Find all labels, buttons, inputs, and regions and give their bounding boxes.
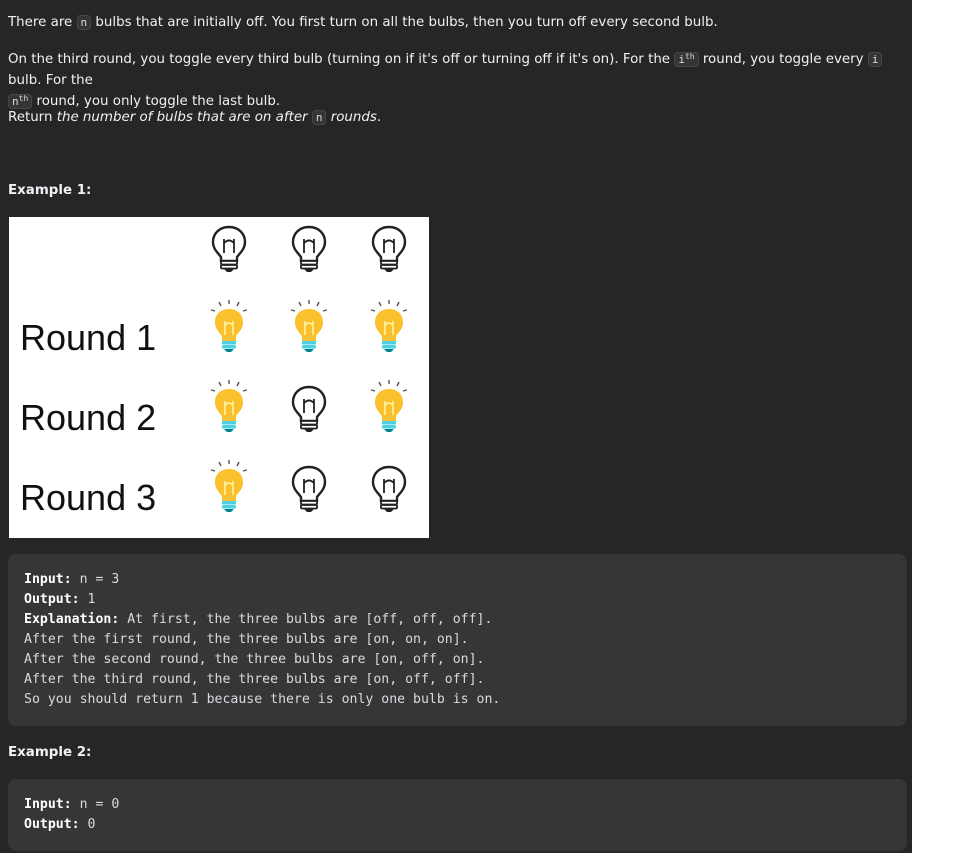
bulb-rounds-figure: Round 1 Round 2 Round 3	[9, 217, 429, 538]
example-2-code-block: Input: n = 0 Output: 0	[8, 779, 907, 851]
text: There are	[8, 15, 77, 30]
input-value: n = 3	[71, 572, 120, 587]
example-1-title: Example 1:	[8, 183, 92, 198]
output-label: Output:	[24, 817, 80, 832]
text: bulbs that are initially off. You first …	[91, 15, 718, 30]
bulb-on-icon	[209, 459, 249, 517]
input-label: Input:	[24, 797, 72, 812]
bulb-on-icon	[289, 299, 329, 357]
input-label: Input:	[24, 572, 72, 587]
description-paragraph-2: On the third round, you toggle every thi…	[8, 49, 908, 112]
bulb-off-icon	[369, 459, 409, 517]
bulb-off-icon	[289, 379, 329, 437]
output-line: Output: 0	[24, 815, 95, 835]
output-label: Output:	[24, 592, 80, 607]
bulb-on-icon	[369, 379, 409, 437]
output-line: Output: 1	[24, 590, 95, 610]
output-value: 1	[79, 592, 96, 607]
bulb-off-icon	[289, 459, 329, 517]
description-paragraph-3: Return the number of bulbs that are on a…	[8, 107, 908, 128]
code-text: i	[678, 53, 685, 66]
bulb-off-icon	[369, 219, 409, 277]
description-paragraph-1: There are n bulbs that are initially off…	[8, 12, 908, 33]
example-1-code-block: Input: n = 3 Output: 1 Explanation: At f…	[8, 554, 907, 726]
bulb-off-icon	[289, 219, 329, 277]
text: bulb. For the	[8, 73, 93, 88]
explanation-label: Explanation:	[24, 612, 120, 627]
bulb-on-icon	[369, 299, 409, 357]
input-line: Input: n = 3	[24, 570, 119, 590]
input-value: n = 0	[71, 797, 120, 812]
explanation-line: Explanation: At first, the three bulbs a…	[24, 610, 492, 630]
inline-code-n: n	[76, 15, 92, 30]
round-3-label: Round 3	[20, 477, 157, 518]
explanation-line: After the first round, the three bulbs a…	[24, 632, 469, 647]
text-italic: rounds	[326, 110, 377, 125]
text-italic: the number of bulbs that are on after	[56, 110, 312, 125]
bulb-on-icon	[209, 379, 249, 437]
bulb-on-icon	[209, 299, 249, 357]
explanation-line: After the second round, the three bulbs …	[24, 652, 485, 667]
text: On the third round, you toggle every thi…	[8, 52, 675, 67]
explanation-text: At first, the three bulbs are [off, off,…	[119, 612, 493, 627]
text: round, you toggle every	[698, 52, 868, 67]
code-sup: th	[684, 52, 695, 61]
text: .	[376, 110, 382, 125]
example-2-title: Example 2:	[8, 745, 92, 760]
problem-description-panel: There are n bulbs that are initially off…	[0, 0, 912, 853]
explanation-line: After the third round, the three bulbs a…	[24, 672, 485, 687]
inline-code-i: i	[867, 52, 883, 67]
code-sup: th	[18, 94, 29, 103]
round-1-label: Round 1	[20, 317, 157, 358]
text: Return	[8, 110, 57, 125]
input-line: Input: n = 0	[24, 795, 119, 815]
round-2-label: Round 2	[20, 397, 157, 438]
explanation-line: So you should return 1 because there is …	[24, 692, 501, 707]
output-value: 0	[79, 817, 96, 832]
inline-code-ith: ith	[674, 52, 699, 67]
inline-code-n: n	[311, 110, 327, 125]
bulb-off-icon	[209, 219, 249, 277]
